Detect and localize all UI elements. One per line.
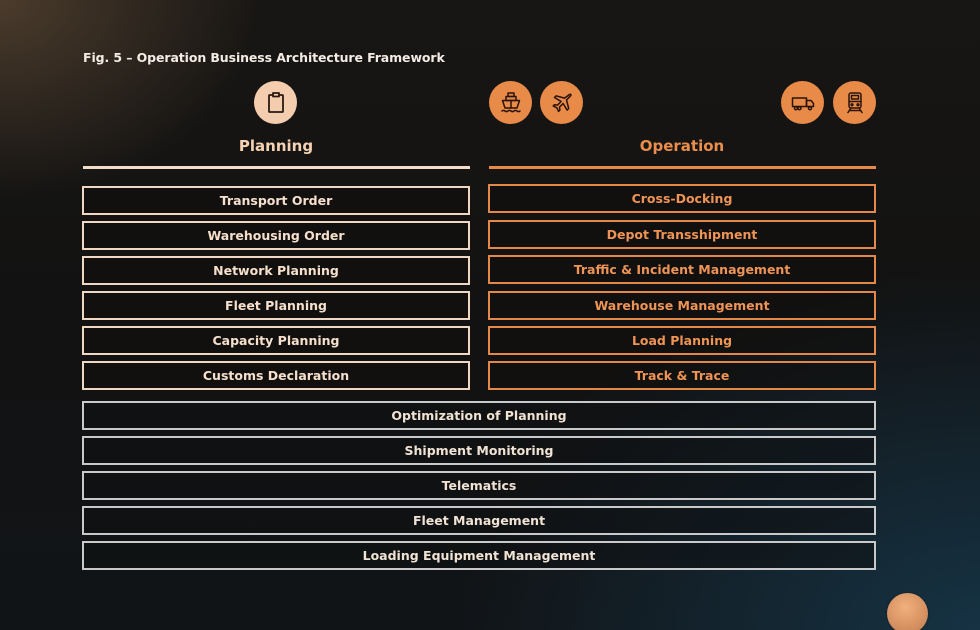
operation-divider [489, 166, 876, 169]
operation-item-traffic-incident-management: Traffic & Incident Management [488, 255, 876, 284]
operation-item-load-planning: Load Planning [488, 326, 876, 355]
figure-title: Fig. 5 – Operation Business Architecture… [83, 50, 445, 65]
planning-item-fleet-planning: Fleet Planning [82, 291, 470, 320]
planning-item-transport-order: Transport Order [82, 186, 470, 215]
shared-item-fleet-management: Fleet Management [82, 506, 876, 535]
operation-item-depot-transshipment: Depot Transshipment [488, 220, 876, 249]
planning-item-network-planning: Network Planning [82, 256, 470, 285]
operation-heading: Operation [639, 137, 725, 155]
planning-item-capacity-planning: Capacity Planning [82, 326, 470, 355]
planning-heading: Planning [238, 137, 314, 155]
planning-item-warehousing-order: Warehousing Order [82, 221, 470, 250]
clipboard-icon [254, 81, 297, 124]
truck-icon [781, 81, 824, 124]
operation-item-warehouse-management: Warehouse Management [488, 291, 876, 320]
shared-item-shipment-monitoring: Shipment Monitoring [82, 436, 876, 465]
airplane-icon [540, 81, 583, 124]
decorative-orb [887, 593, 928, 630]
planning-item-customs-declaration: Customs Declaration [82, 361, 470, 390]
operation-item-track-trace: Track & Trace [488, 361, 876, 390]
operation-item-cross-docking: Cross-Docking [488, 184, 876, 213]
shared-item-optimization-of-planning: Optimization of Planning [82, 401, 876, 430]
train-icon [833, 81, 876, 124]
planning-divider [83, 166, 470, 169]
shared-item-telematics: Telematics [82, 471, 876, 500]
ship-icon [489, 81, 532, 124]
shared-item-loading-equipment-management: Loading Equipment Management [82, 541, 876, 570]
